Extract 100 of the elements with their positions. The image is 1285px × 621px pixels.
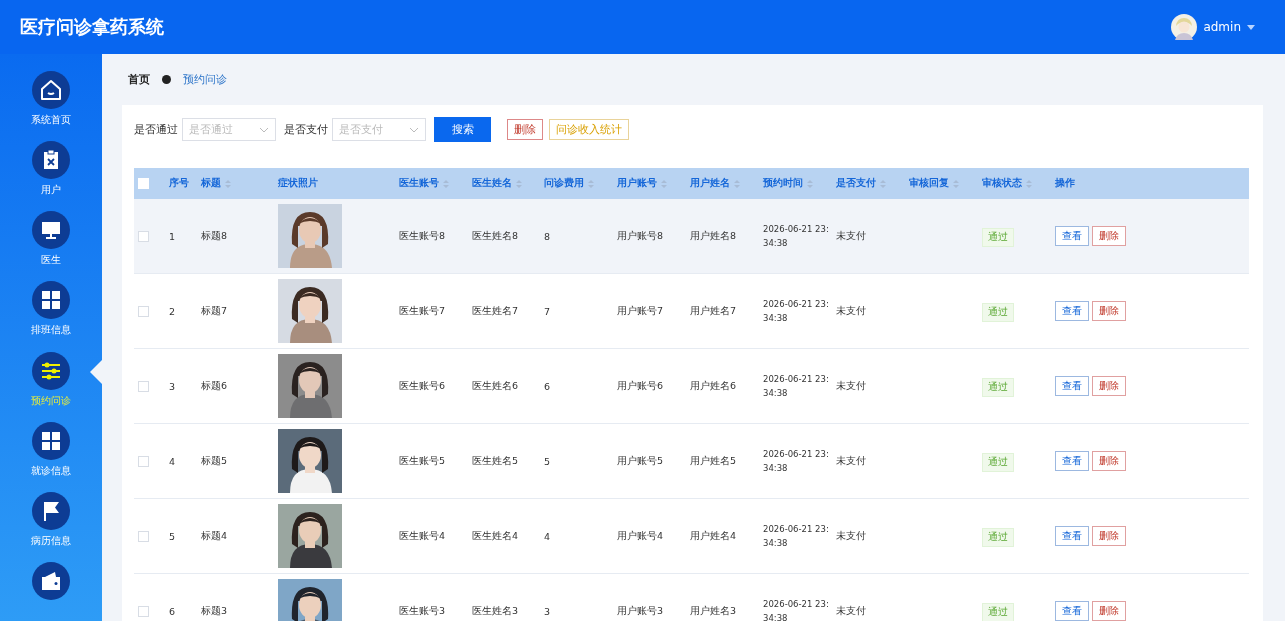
table-cell: 未支付 xyxy=(836,454,866,468)
sort-icon[interactable] xyxy=(880,178,886,189)
column-header[interactable]: 医生账号 xyxy=(399,177,439,190)
table-cell: 未支付 xyxy=(836,529,866,543)
table-cell: 标题7 xyxy=(201,304,228,318)
sort-icon[interactable] xyxy=(588,178,594,189)
delete-button[interactable]: 删除 xyxy=(1092,601,1126,621)
table-cell: 医生账号6 xyxy=(399,379,446,393)
table-cell: 标题8 xyxy=(201,229,228,243)
table-cell: 标题3 xyxy=(201,604,228,618)
table-cell: 用户姓名6 xyxy=(690,379,737,393)
table-cell: 标题4 xyxy=(201,529,228,543)
table-cell: 未支付 xyxy=(836,229,866,243)
table-cell-text: 2026-06-21 23:34:38 xyxy=(763,523,829,550)
sidebar-item[interactable]: 医生 xyxy=(0,211,102,271)
home-icon xyxy=(32,71,70,109)
status-tag: 通过 xyxy=(982,602,1014,621)
delete-button[interactable]: 删除 xyxy=(1092,301,1126,321)
checkbox[interactable] xyxy=(138,455,149,467)
chevron-down-icon[interactable] xyxy=(259,126,269,133)
statistics-button[interactable]: 问诊收入统计 xyxy=(549,119,629,140)
sort-icon[interactable] xyxy=(516,178,522,189)
column-header: 序号 xyxy=(169,177,189,190)
table-cell: 用户账号8 xyxy=(617,229,664,243)
delete-button[interactable]: 删除 xyxy=(1092,376,1126,396)
table-cell: 用户账号7 xyxy=(617,304,664,318)
sort-icon[interactable] xyxy=(734,178,740,189)
active-pointer xyxy=(90,359,102,384)
sort-icon[interactable] xyxy=(1026,178,1032,189)
sort-icon[interactable] xyxy=(807,178,813,189)
delete-button[interactable]: 删除 xyxy=(1092,451,1126,471)
table-cell-text: 2026-06-21 23:34:38 xyxy=(763,298,829,325)
sidebar-item[interactable]: 就诊信息 xyxy=(0,421,102,481)
breadcrumb-link[interactable]: 首页 xyxy=(128,72,150,87)
view-button[interactable]: 查看 xyxy=(1055,376,1089,396)
table-cell-text: 2026-06-21 23:34:38 xyxy=(763,448,829,475)
table-cell: 用户姓名8 xyxy=(690,229,737,243)
table-cell: 4 xyxy=(169,455,176,467)
column-header[interactable]: 用户账号 xyxy=(617,177,657,190)
checkbox[interactable] xyxy=(138,305,149,317)
table-cell-text: 2026-06-21 23:34:38 xyxy=(763,373,829,400)
sliders-icon xyxy=(32,351,70,390)
sidebar-item[interactable]: 用户 xyxy=(0,141,102,201)
checkbox[interactable] xyxy=(138,605,149,617)
table-cell-text: 2026-06-21 23:34:38 xyxy=(763,223,829,250)
checkbox[interactable] xyxy=(138,380,149,392)
column-header[interactable]: 审核回复 xyxy=(909,177,949,190)
table-cell: 医生姓名4 xyxy=(472,529,519,543)
table-cell: 医生姓名5 xyxy=(472,454,519,468)
table-cell: 标题5 xyxy=(201,454,228,468)
breadcrumb-link[interactable]: 预约问诊 xyxy=(183,72,227,87)
table-cell: 医生账号8 xyxy=(399,229,446,243)
grid-icon xyxy=(32,421,70,460)
sidebar-item[interactable]: 系统首页 xyxy=(0,71,102,131)
checkbox[interactable] xyxy=(138,230,149,242)
table-cell: 6 xyxy=(544,380,551,392)
status-tag: 通过 xyxy=(982,377,1014,397)
table-cell: 用户账号5 xyxy=(617,454,664,468)
table-cell: 6 xyxy=(169,605,176,617)
sort-icon[interactable] xyxy=(225,178,231,189)
monitor-icon xyxy=(32,211,70,250)
search-button[interactable]: 搜索 xyxy=(434,117,491,142)
delete-button[interactable]: 删除 xyxy=(507,119,543,140)
user-name[interactable]: admin xyxy=(1203,20,1241,34)
avatar[interactable] xyxy=(1171,14,1198,40)
table-cell-text: 2026-06-21 23:34:38 xyxy=(763,598,829,621)
checkbox[interactable] xyxy=(138,530,149,542)
column-header[interactable]: 是否支付 xyxy=(836,177,876,190)
sidebar-item[interactable]: 病历信息 xyxy=(0,491,102,551)
view-button[interactable]: 查看 xyxy=(1055,226,1089,246)
sidebar-item[interactable]: 预约问诊 xyxy=(0,351,102,411)
table-cell: 5 xyxy=(169,530,176,542)
view-button[interactable]: 查看 xyxy=(1055,301,1089,321)
column-header[interactable]: 医生姓名 xyxy=(472,177,512,190)
view-button[interactable]: 查看 xyxy=(1055,526,1089,546)
table-cell: 用户账号4 xyxy=(617,529,664,543)
table-cell: 4 xyxy=(544,530,551,542)
column-header[interactable]: 预约时间 xyxy=(763,177,803,190)
column-header[interactable]: 用户姓名 xyxy=(690,177,730,190)
column-header[interactable]: 问诊费用 xyxy=(544,177,584,190)
sidebar-item[interactable]: 排班信息 xyxy=(0,281,102,341)
sort-icon[interactable] xyxy=(953,178,959,189)
delete-button[interactable]: 删除 xyxy=(1092,526,1126,546)
column-header: 症状照片 xyxy=(278,177,318,190)
table-cell: 用户账号3 xyxy=(617,604,664,618)
app-title: 医疗问诊拿药系统 xyxy=(20,15,164,39)
column-header[interactable]: 标题 xyxy=(201,177,221,190)
flag-icon xyxy=(32,491,70,530)
filter-label: 是否通过 xyxy=(134,122,178,137)
table-cell: 医生姓名8 xyxy=(472,229,519,243)
table-cell: 医生姓名3 xyxy=(472,604,519,618)
sort-icon[interactable] xyxy=(661,178,667,189)
sort-icon[interactable] xyxy=(443,178,449,189)
view-button[interactable]: 查看 xyxy=(1055,601,1089,621)
view-button[interactable]: 查看 xyxy=(1055,451,1089,471)
table-cell: 7 xyxy=(544,305,551,317)
caret-icon[interactable] xyxy=(1247,24,1255,30)
delete-button[interactable]: 删除 xyxy=(1092,226,1126,246)
chevron-down-icon[interactable] xyxy=(409,126,419,133)
column-header[interactable]: 审核状态 xyxy=(982,177,1022,190)
